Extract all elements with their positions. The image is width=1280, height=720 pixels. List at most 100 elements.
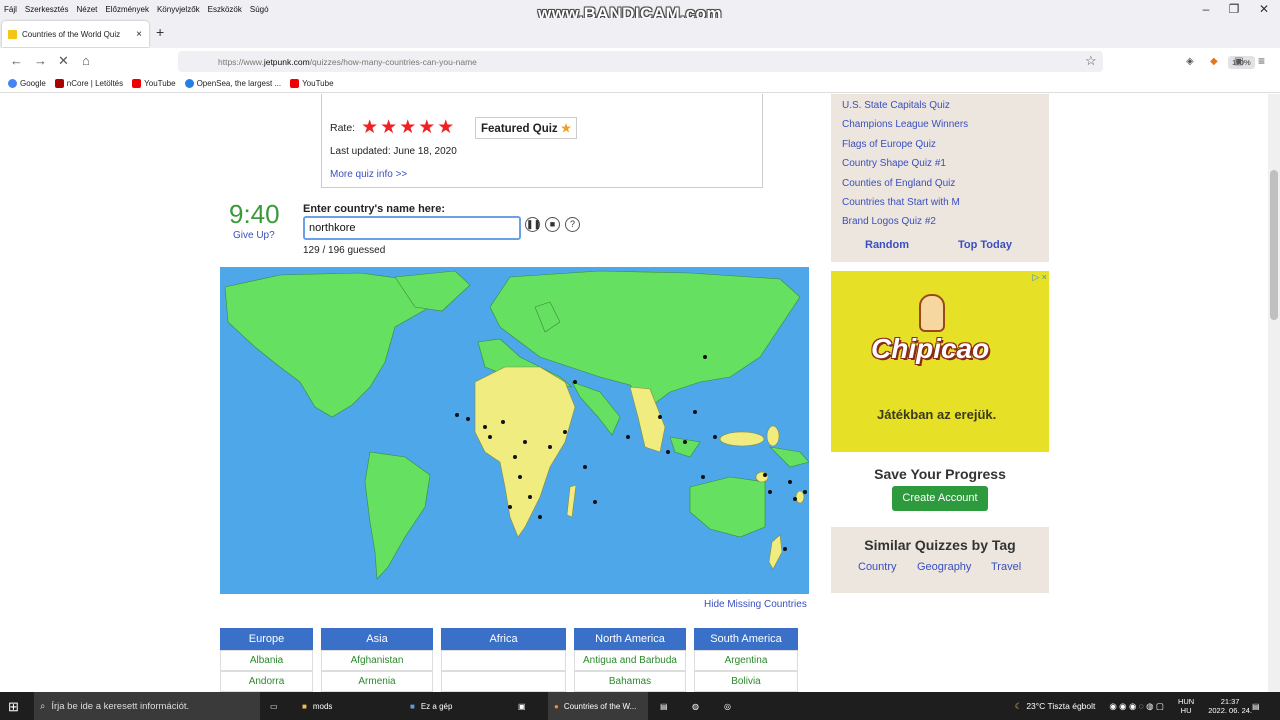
taskbar-app-icon[interactable]: ▤ xyxy=(660,692,668,720)
top-today-link[interactable]: Top Today xyxy=(958,239,1012,251)
menu-tools[interactable]: Eszközök xyxy=(208,5,242,14)
answer-cell: Afghanistan xyxy=(321,650,433,671)
answer-cell: Antigua and Barbuda xyxy=(574,650,686,671)
stop-icon[interactable]: ■ xyxy=(545,217,560,232)
answer-input[interactable] xyxy=(303,216,521,240)
ad-banner[interactable]: ▷ × Chipicao Játékban az erejük. xyxy=(831,271,1049,452)
sidebar-link[interactable]: Brand Logos Quiz #2 xyxy=(842,216,936,227)
menu-help[interactable]: Súgó xyxy=(250,5,269,14)
sidebar-link[interactable]: U.S. State Capitals Quiz xyxy=(842,100,950,111)
bookmark-opensea[interactable]: OpenSea, the largest ... xyxy=(184,79,281,88)
language-indicator[interactable]: HUN HU xyxy=(1178,697,1194,715)
task-view-icon[interactable]: ▭ xyxy=(270,692,278,720)
give-up-link[interactable]: Give Up? xyxy=(233,230,275,241)
stop-icon[interactable]: ✕ xyxy=(58,53,69,69)
url-prefix: https://www. xyxy=(218,56,264,67)
new-tab-button[interactable]: + xyxy=(156,24,164,40)
taskbar-app-icon[interactable]: ▣ xyxy=(518,692,526,720)
help-icon[interactable]: ? xyxy=(565,217,580,232)
bookmark-youtube[interactable]: YouTube xyxy=(132,79,176,88)
answer-cell: Bolivia xyxy=(694,671,798,692)
sidebar-link[interactable]: Country Shape Quiz #1 xyxy=(842,158,946,169)
taskbar-app-icon[interactable]: ◍ xyxy=(692,692,699,720)
mascot-image xyxy=(919,294,945,332)
ad-close-icon[interactable]: ▷ × xyxy=(1032,272,1047,283)
forward-icon[interactable]: → xyxy=(34,53,47,68)
random-link[interactable]: Random xyxy=(865,239,909,251)
youtube-icon xyxy=(290,79,300,88)
menu-bookmarks[interactable]: Könyvjelzők xyxy=(157,5,200,14)
column-header-south-america: South America xyxy=(694,628,798,650)
computer-icon: ■ xyxy=(410,701,415,711)
search-placeholder: Írja be ide a keresett információt. xyxy=(51,700,190,712)
menu-file[interactable]: Fájl xyxy=(4,5,17,14)
tag-country[interactable]: Country xyxy=(858,561,897,573)
menu-history[interactable]: Előzmények xyxy=(105,5,149,14)
star-icon-5[interactable]: ★ xyxy=(437,118,454,137)
extension-icon[interactable]: ▣ xyxy=(1234,56,1243,67)
rate-label: Rate: xyxy=(330,122,356,134)
more-info-link[interactable]: More quiz info >> xyxy=(330,169,407,180)
back-icon[interactable]: ← xyxy=(10,53,23,68)
pocket-icon[interactable]: ◈ xyxy=(1186,56,1194,67)
bookmark-ncore[interactable]: nCore | Letöltés xyxy=(54,79,123,88)
answer-cell xyxy=(441,671,566,692)
windows-start-icon[interactable]: ⊞ xyxy=(8,699,19,715)
sidebar-link[interactable]: Champions League Winners xyxy=(842,119,968,130)
address-bar[interactable]: https://www. jetpunk.com/quizzes/how-many… xyxy=(178,51,1255,72)
last-updated: Last updated: June 18, 2020 xyxy=(330,146,457,157)
star-icon-2[interactable]: ★ xyxy=(380,118,397,137)
timer: 9:40 xyxy=(229,199,280,229)
hide-missing-link[interactable]: Hide Missing Countries xyxy=(704,599,807,610)
sidebar-link[interactable]: Flags of Europe Quiz xyxy=(842,139,936,150)
featured-badge[interactable]: Featured Quiz ★ xyxy=(475,117,578,139)
taskbar-app-icon[interactable]: ◎ xyxy=(724,692,731,720)
sidebar-link[interactable]: Countries that Start with M xyxy=(842,197,960,208)
close-window-button[interactable]: ✕ xyxy=(1256,2,1272,16)
create-account-button[interactable]: Create Account xyxy=(892,486,988,511)
bookmarks-bar: Google nCore | Letöltés YouTube OpenSea,… xyxy=(0,75,1280,93)
home-icon[interactable]: ⌂ xyxy=(82,53,90,68)
tag-geography[interactable]: Geography xyxy=(917,561,971,573)
menu-edit[interactable]: Szerkesztés xyxy=(25,5,69,14)
bookmark-youtube-2[interactable]: YouTube xyxy=(290,79,334,88)
google-icon xyxy=(8,79,17,88)
menu-view[interactable]: Nézet xyxy=(76,5,97,14)
taskbar-firefox[interactable]: ● Countries of the W... xyxy=(548,692,648,720)
star-icon-1[interactable]: ★ xyxy=(361,118,378,137)
world-map[interactable] xyxy=(220,267,809,594)
answer-cell: Albania xyxy=(220,650,313,671)
notification-icon[interactable]: ▤ xyxy=(1252,692,1260,720)
ad-brand: Chipicao xyxy=(871,333,990,364)
metamask-icon[interactable]: ◆ xyxy=(1210,56,1218,67)
tab-close-icon[interactable]: × xyxy=(136,29,142,40)
guessed-count: 129 / 196 guessed xyxy=(303,245,386,256)
tab-active[interactable]: Countries of the World Quiz × xyxy=(2,21,149,47)
ad-tagline: Játékban az erejük. xyxy=(877,407,997,422)
tag-travel[interactable]: Travel xyxy=(991,561,1021,573)
star-icon-3[interactable]: ★ xyxy=(399,118,416,137)
answer-cell: Argentina xyxy=(694,650,798,671)
taskbar-explorer-mods[interactable]: ■ mods xyxy=(302,692,332,720)
search-icon: ⌕ xyxy=(40,700,46,712)
bookmark-star-icon[interactable]: ☆ xyxy=(1085,53,1097,69)
star-icon-4[interactable]: ★ xyxy=(418,118,435,137)
menu-icon[interactable]: ≡ xyxy=(1258,54,1265,68)
taskbar-this-pc[interactable]: ■ Ez a gép xyxy=(410,692,452,720)
map-svg xyxy=(224,270,809,580)
ncore-icon xyxy=(54,79,64,88)
minimize-button[interactable]: – xyxy=(1198,2,1214,16)
column-header-africa: Africa xyxy=(441,628,566,650)
taskbar-search[interactable]: ⌕ Írja be ide a keresett információt. xyxy=(34,692,260,720)
answer-cell: Bahamas xyxy=(574,671,686,692)
tray-icons[interactable]: ◉ ◉ ◉ ◌ ◍ ▢ xyxy=(1109,701,1164,712)
bookmark-google[interactable]: Google xyxy=(8,79,46,88)
firefox-icon: ● xyxy=(554,701,559,711)
sidebar-link[interactable]: Counties of England Quiz xyxy=(842,178,955,189)
scrollbar-thumb[interactable] xyxy=(1270,170,1278,320)
system-tray: ☾ 23°C Tiszta égbolt ◉ ◉ ◉ ◌ ◍ ▢ HUN HU 2… xyxy=(1015,692,1252,720)
clock[interactable]: 21:37 2022. 06. 24. xyxy=(1208,697,1252,715)
weather-text[interactable]: 23°C Tiszta égbolt xyxy=(1026,701,1095,711)
maximize-button[interactable]: ❐ xyxy=(1226,2,1242,16)
pause-icon[interactable]: ❚❚ xyxy=(525,217,541,232)
